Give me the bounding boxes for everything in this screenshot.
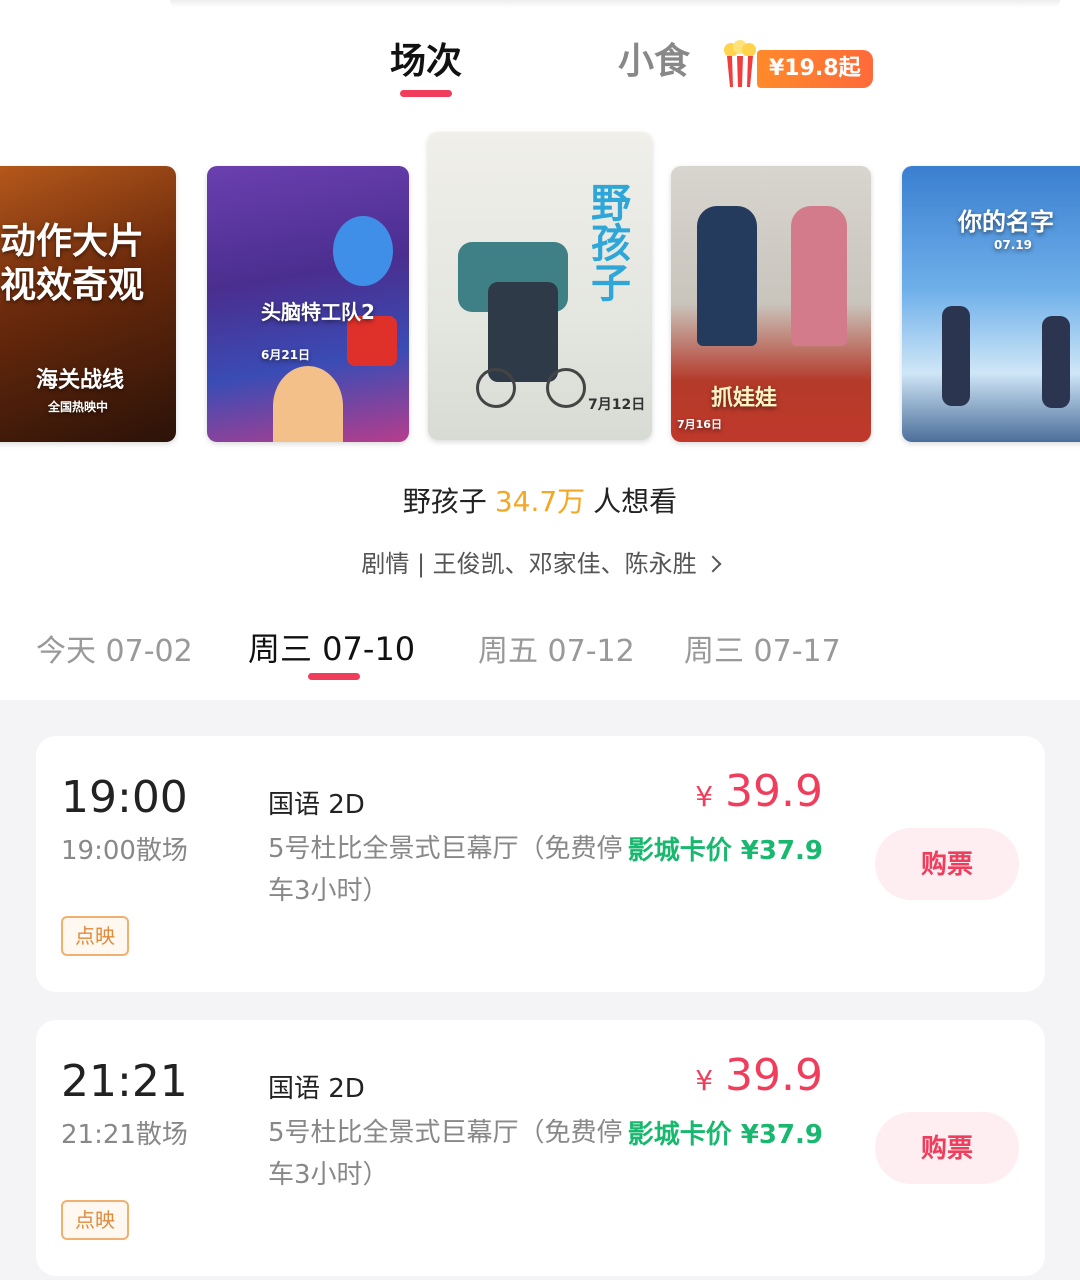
figure-shape bbox=[488, 282, 558, 382]
tab-snacks[interactable]: 小食 bbox=[618, 32, 690, 84]
figure-shape bbox=[942, 306, 970, 406]
poster-slogan-2: 视效奇观 bbox=[0, 265, 145, 306]
preview-tag: 点映 bbox=[61, 1200, 129, 1240]
poster-date: 7月12日 bbox=[588, 397, 646, 413]
hall-name: 5号杜比全景式巨幕厅（免费停车3小时） bbox=[268, 1118, 623, 1190]
movie-title: 野孩子 bbox=[402, 485, 487, 518]
date-tab-0717[interactable]: 周三 07-17 bbox=[684, 626, 841, 670]
figure-shape bbox=[791, 206, 847, 346]
poster-wild-child[interactable]: 野孩子 7月12日 bbox=[428, 132, 652, 440]
chevron-right-icon bbox=[704, 555, 722, 573]
member-price: 影城卡价 ¥37.9 bbox=[627, 1120, 823, 1150]
figure-shape bbox=[697, 206, 757, 346]
end-time: 19:00散场 bbox=[61, 836, 188, 866]
start-time: 19:00 bbox=[61, 772, 188, 823]
showtime-card[interactable]: 19:00 19:00散场 点映 国语 2D 5号杜比全景式巨幕厅（免费停车3小… bbox=[36, 736, 1045, 992]
preview-tag: 点映 bbox=[61, 916, 129, 956]
price-amount: 39.9 bbox=[725, 1050, 823, 1101]
showtime-card[interactable]: 21:21 21:21散场 点映 国语 2D 5号杜比全景式巨幕厅（免费停车3小… bbox=[36, 1020, 1045, 1276]
date-tab-0710[interactable]: 周三 07-10 bbox=[248, 624, 415, 670]
buy-ticket-button[interactable]: 购票 bbox=[875, 1112, 1019, 1184]
buy-ticket-button[interactable]: 购票 bbox=[875, 828, 1019, 900]
poster-date: 7月16日 bbox=[677, 418, 722, 431]
character-shape bbox=[273, 366, 343, 442]
price: ¥39.9 bbox=[695, 1050, 823, 1101]
popcorn-icon bbox=[724, 40, 756, 87]
movie-meta-link[interactable]: 剧情 | 王俊凯、邓家佳、陈永胜 bbox=[0, 544, 1080, 579]
poster-date: 6月21日 bbox=[261, 348, 311, 362]
tab-sessions[interactable]: 场次 bbox=[390, 32, 462, 84]
price: ¥39.9 bbox=[695, 766, 823, 817]
poster-your-name[interactable]: 你的名字 07.19 bbox=[902, 166, 1080, 442]
top-bar-edge bbox=[170, 0, 1060, 8]
poster-inside-out-2[interactable]: 头脑特工队2 6月21日 bbox=[207, 166, 409, 442]
character-shape bbox=[333, 216, 393, 286]
want-count: 34.7万 bbox=[494, 485, 586, 518]
language-format: 国语 2D bbox=[268, 1074, 365, 1104]
start-time: 21:21 bbox=[61, 1056, 188, 1107]
movie-genre-cast: 剧情 | 王俊凯、邓家佳、陈永胜 bbox=[361, 550, 697, 578]
date-active-indicator bbox=[308, 673, 360, 680]
poster-title: 野孩子 bbox=[584, 182, 630, 302]
price-amount: 39.9 bbox=[725, 766, 823, 817]
member-price: 影城卡价 ¥37.9 bbox=[627, 836, 823, 866]
wheel-shape bbox=[476, 368, 516, 408]
currency-symbol: ¥ bbox=[695, 780, 714, 813]
poster-sub: 全国热映中 bbox=[48, 400, 109, 414]
hall-name: 5号杜比全景式巨幕厅（免费停车3小时） bbox=[268, 834, 623, 906]
poster-title: 头脑特工队2 bbox=[261, 300, 375, 324]
wheel-shape bbox=[546, 368, 586, 408]
movie-summary: 野孩子 34.7万 人想看 bbox=[0, 480, 1080, 520]
snack-price-badge[interactable]: ¥19.8起 bbox=[757, 50, 873, 88]
poster-zhuawawa[interactable]: 抓娃娃 7月16日 bbox=[671, 166, 871, 442]
poster-haiguan[interactable]: 动作大片 视效奇观 海关战线 全国热映中 bbox=[0, 166, 176, 442]
currency-symbol: ¥ bbox=[695, 1064, 714, 1097]
poster-title: 你的名字 bbox=[958, 208, 1054, 236]
language-format: 国语 2D bbox=[268, 790, 365, 820]
date-tab-0702[interactable]: 今天 07-02 bbox=[36, 626, 193, 670]
figure-shape bbox=[1042, 316, 1070, 408]
poster-title: 抓娃娃 bbox=[711, 386, 778, 411]
tab-active-indicator bbox=[400, 90, 452, 97]
want-suffix: 人想看 bbox=[593, 485, 678, 518]
poster-date: 07.19 bbox=[994, 238, 1032, 252]
end-time: 21:21散场 bbox=[61, 1120, 188, 1150]
date-tab-0712[interactable]: 周五 07-12 bbox=[478, 626, 635, 670]
poster-title: 海关战线 bbox=[36, 368, 125, 393]
